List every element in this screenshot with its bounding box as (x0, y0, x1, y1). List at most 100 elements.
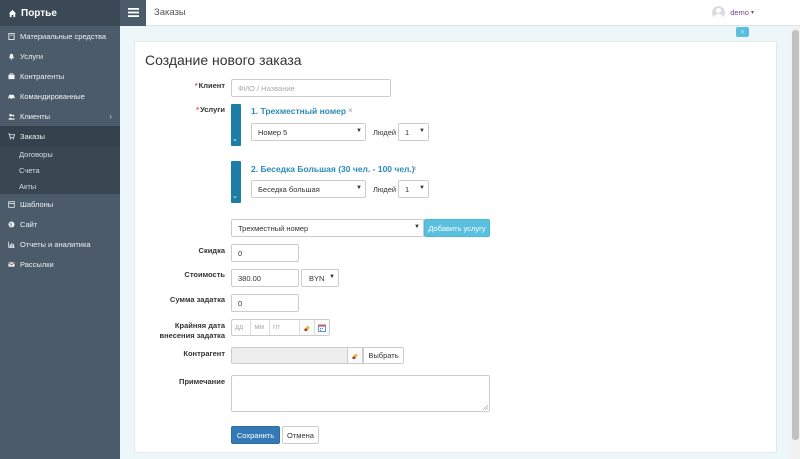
cancel-button[interactable]: Отмена (282, 426, 319, 444)
sidebar-item-travelers[interactable]: Командированные (0, 86, 120, 106)
cost-input[interactable]: 380.00 (231, 269, 299, 287)
service-1-people-label: Людей (373, 128, 397, 137)
brand[interactable]: Портье (0, 0, 120, 26)
deposit-input[interactable]: 0 (231, 294, 299, 312)
hamburger-icon (127, 8, 139, 17)
chevron-down-icon: ⌄ (232, 136, 238, 143)
cost-label: Стоимость (184, 270, 225, 279)
envelope-icon (8, 261, 15, 267)
chevron-down-icon: ▼ (419, 185, 425, 191)
chart-icon (8, 241, 15, 248)
discount-input[interactable]: 0 (231, 244, 299, 262)
service-1-people-value: 1 (405, 127, 410, 137)
year-field[interactable]: ггг (270, 320, 300, 335)
deposit-label: Сумма задатка (169, 295, 225, 304)
sidebar-subitem-acts[interactable]: Акты (0, 178, 120, 194)
sidebar-item-mailings[interactable]: Рассылки (0, 254, 120, 274)
chevron-down-icon: ▼ (419, 128, 425, 134)
sidebar-item-templates[interactable]: Шаблоны (0, 194, 120, 214)
choose-contractor-button[interactable]: Выбрать (363, 347, 404, 364)
service-2-people-select[interactable]: 1 ▼ (398, 180, 429, 198)
sidebar: Портье Материальные средства Услуги Конт… (0, 0, 120, 459)
services-label-text: Услуги (200, 105, 225, 114)
service-2-people-value: 1 (405, 184, 410, 194)
discount-label: Скидка (198, 246, 225, 255)
service-2-collapse-toggle[interactable]: ⌄ (231, 161, 241, 203)
client-label: *Клиент (180, 81, 225, 90)
add-service-button[interactable]: Добавить услугу (424, 219, 490, 237)
clear-contractor-button[interactable] (348, 347, 363, 364)
chevron-right-icon: › (109, 111, 112, 121)
sidebar-menu: Материальные средства Услуги Контрагенты… (0, 26, 120, 274)
clear-date-button[interactable] (300, 320, 315, 335)
sidebar-subitem-contracts[interactable]: Договоры (0, 146, 120, 162)
required-mark: * (196, 105, 200, 114)
scrollbar-thumb[interactable] (792, 30, 799, 440)
service-2-people-label: Людей (373, 185, 397, 194)
sidebar-item-clients[interactable]: Клиенты › (0, 106, 120, 126)
client-label-text: Клиент (198, 81, 225, 90)
add-service-select-value: Трехместный номер (238, 223, 309, 233)
sidebar-item-label: Отчеты и аналитика (20, 239, 91, 249)
user-menu[interactable]: demo ▾ (712, 6, 754, 19)
contractor-input (231, 347, 348, 364)
note-label: Примечание (179, 377, 225, 386)
user-name: demo (730, 8, 749, 17)
month-field[interactable]: мм (251, 320, 270, 335)
chevron-down-icon: ▼ (329, 274, 335, 280)
globe-icon (8, 221, 15, 227)
chevron-down-icon: ▼ (356, 185, 362, 191)
sidebar-item-label: Контрагенты (20, 71, 65, 81)
sidebar-item-label: Командированные (20, 91, 85, 101)
sidebar-item-assets[interactable]: Материальные средства (0, 26, 120, 46)
topbar: Заказы demo ▾ (120, 0, 800, 26)
deadline-label-line2: внесения задатка (159, 331, 226, 340)
resize-grip-icon[interactable] (483, 405, 488, 410)
deadline-label: Крайняя дата внесения задатка (150, 321, 226, 341)
calendar-button[interactable] (314, 320, 329, 335)
day-field[interactable]: дд (232, 320, 252, 335)
service-1-remove-icon[interactable]: × (348, 106, 353, 115)
template-icon (8, 200, 15, 208)
deadline-date-input: дд мм ггг (231, 319, 330, 336)
cart-icon (8, 132, 15, 139)
car-icon (8, 94, 15, 99)
eraser-icon (303, 325, 310, 331)
add-service-select[interactable]: Трехместный номер ▼ (231, 219, 424, 237)
currency-select[interactable]: BYN ▼ (301, 269, 339, 287)
client-input[interactable]: ФИО / Название (231, 79, 391, 97)
menu-toggle-button[interactable] (120, 0, 146, 26)
scrollbar[interactable] (791, 26, 800, 459)
tips-button[interactable]: ♀ (736, 27, 749, 37)
save-button[interactable]: Сохранить (231, 426, 280, 444)
service-2-remove-icon[interactable]: × (412, 164, 417, 173)
sidebar-item-site[interactable]: Сайт (0, 214, 120, 234)
service-1-option-select[interactable]: Номер 5 ▼ (251, 123, 366, 141)
sidebar-item-orders[interactable]: Заказы (0, 126, 120, 146)
bell-icon (8, 53, 15, 60)
sidebar-subitem-invoices[interactable]: Счета (0, 162, 120, 178)
contractor-label: Контрагент (183, 349, 225, 358)
brand-name: Портье (21, 7, 57, 19)
avatar (712, 6, 726, 19)
sidebar-item-contractors[interactable]: Контрагенты (0, 66, 120, 86)
currency-value: BYN (309, 273, 325, 283)
chevron-down-icon: ▼ (356, 128, 362, 134)
service-2-option-value: Беседка большая (258, 184, 320, 194)
services-label: *Услуги (180, 105, 225, 114)
home-icon (8, 9, 17, 17)
sidebar-item-label: Услуги (20, 51, 44, 61)
service-2-option-select[interactable]: Беседка большая ▼ (251, 180, 366, 198)
service-1-title: 1. Трехместный номер (251, 106, 347, 116)
sidebar-item-label: Материальные средства (20, 31, 107, 41)
sidebar-item-services[interactable]: Услуги (0, 46, 120, 66)
note-textarea[interactable] (231, 375, 490, 412)
caret-down-icon: ▾ (750, 10, 754, 16)
sidebar-item-label: Сайт (20, 219, 38, 229)
service-1-collapse-toggle[interactable]: ⌄ (231, 104, 241, 146)
eraser-icon (352, 353, 358, 359)
sidebar-item-reports[interactable]: Отчеты и аналитика (0, 234, 120, 254)
service-1-option-value: Номер 5 (258, 127, 288, 137)
service-1-people-select[interactable]: 1 ▼ (398, 123, 429, 141)
book-icon (8, 32, 15, 40)
